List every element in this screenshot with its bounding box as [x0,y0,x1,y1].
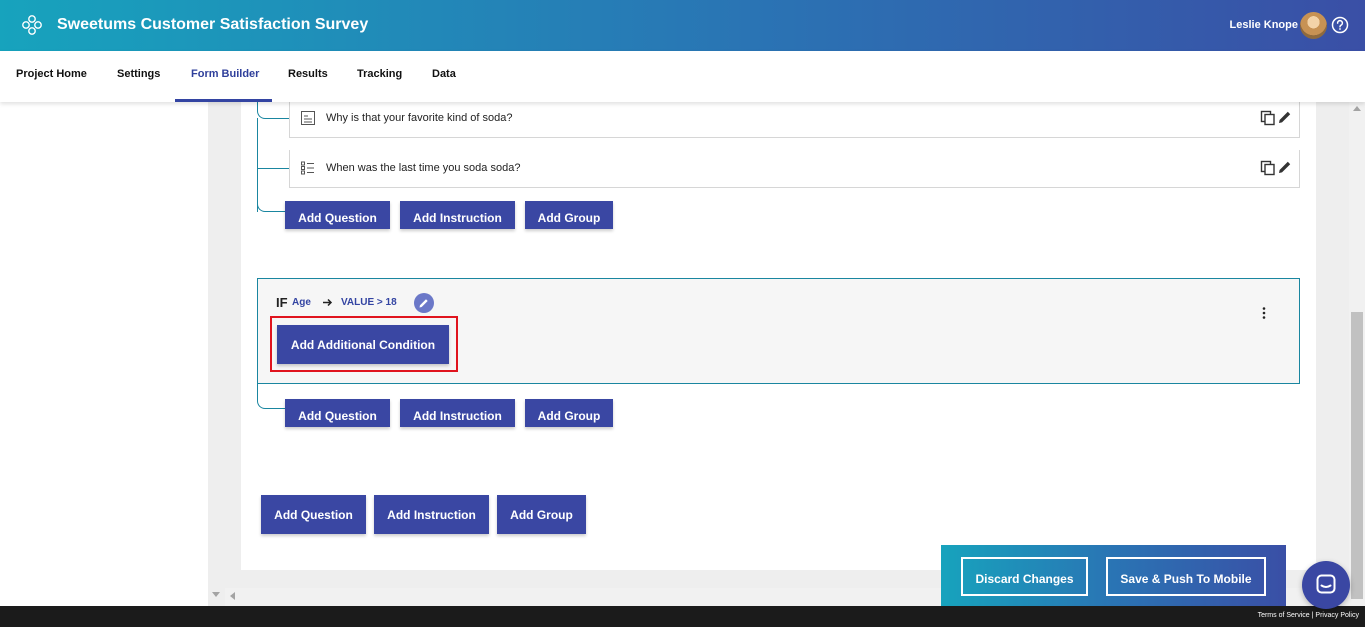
tab-project-home[interactable]: Project Home [16,51,87,102]
page-footer: Terms of Service | Privacy Policy [0,606,1365,627]
condition-value: VALUE > 18 [341,297,397,308]
question-row[interactable]: Why is that your favorite kind of soda? [289,100,1300,138]
condition-if-label: IF [276,295,288,310]
list-icon [301,161,314,175]
inner-scrollbar[interactable] [208,588,225,606]
question-row[interactable]: When was the last time you soda soda? [289,150,1300,188]
highlight-box [270,316,458,372]
tab-form-builder[interactable]: Form Builder [191,51,259,102]
avatar[interactable] [1300,12,1327,39]
add-question-button[interactable]: Add Question [285,399,390,427]
copy-icon[interactable] [1260,160,1276,176]
vertical-scrollbar-thumb[interactable] [1351,312,1363,599]
tree-connector [257,180,285,212]
left-sidebar [0,102,208,606]
pencil-icon[interactable] [1278,110,1292,124]
tree-connector [257,102,289,119]
discard-changes-button[interactable]: Discard Changes [961,557,1088,596]
pencil-icon [419,299,428,308]
app-header: Sweetums Customer Satisfaction Survey Le… [0,0,1365,51]
question-label: When was the last time you soda soda? [326,162,521,174]
arrow-right-icon [323,298,333,307]
active-tab-indicator [175,99,272,102]
scroll-up-arrow-icon[interactable] [1353,106,1361,111]
flower-logo-icon[interactable] [21,14,43,36]
add-instruction-button[interactable]: Add Instruction [400,399,515,427]
text-field-icon [301,111,315,125]
terms-link[interactable]: Terms of Service [1258,612,1310,619]
tree-connector [257,384,285,409]
add-group-button[interactable]: Add Group [497,495,586,534]
add-instruction-button[interactable]: Add Instruction [400,201,515,229]
save-push-mobile-button[interactable]: Save & Push To Mobile [1106,557,1266,596]
scroll-down-arrow-icon[interactable] [212,592,220,597]
footer-links: Terms of Service | Privacy Policy [1258,612,1359,619]
more-options-icon[interactable] [1261,306,1267,320]
tree-connector [258,168,289,169]
tab-tracking[interactable]: Tracking [357,51,402,102]
add-question-button[interactable]: Add Question [285,201,390,229]
user-name[interactable]: Leslie Knope [1230,19,1298,31]
copy-icon[interactable] [1260,110,1276,126]
tab-data[interactable]: Data [432,51,456,102]
pencil-icon[interactable] [1278,160,1292,174]
chat-icon [1316,574,1336,594]
add-group-button[interactable]: Add Group [525,399,613,427]
app-title: Sweetums Customer Satisfaction Survey [57,16,369,33]
tab-bar: Project Home Settings Form Builder Resul… [0,51,1365,102]
help-circle-icon[interactable] [1331,16,1349,34]
question-label: Why is that your favorite kind of soda? [326,112,513,124]
edit-condition-button[interactable] [414,293,434,313]
footer-separator: | [1311,612,1314,619]
tab-settings[interactable]: Settings [117,51,160,102]
privacy-link[interactable]: Privacy Policy [1315,612,1359,619]
condition-field: Age [292,297,311,308]
tab-results[interactable]: Results [288,51,328,102]
add-instruction-button[interactable]: Add Instruction [374,495,489,534]
scroll-left-arrow-icon[interactable] [230,592,235,600]
add-group-button[interactable]: Add Group [525,201,613,229]
add-question-button[interactable]: Add Question [261,495,366,534]
chat-launcher-button[interactable] [1302,561,1350,609]
